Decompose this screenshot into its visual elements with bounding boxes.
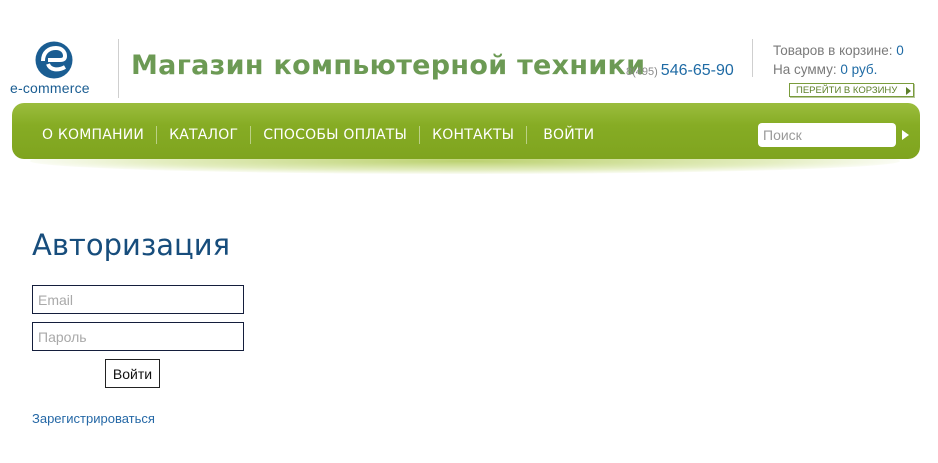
search-submit-icon[interactable] [902,130,909,140]
nav-item-catalog[interactable]: КАТАЛОГ [157,127,250,143]
cart-sum-value: 0 руб. [840,62,878,77]
cart-summary: Товаров в корзине: 0 На сумму: 0 руб. [773,41,904,79]
page-title: Авторизация [32,228,231,262]
phone-number: 546-65-90 [660,62,734,79]
cart-items-count: 0 [896,43,904,58]
header-divider [118,39,119,98]
nav-item-contacts[interactable]: КОНТАКТЫ [420,127,526,143]
nav-item-login[interactable]: ВОЙТИ [527,127,606,143]
go-to-cart-button[interactable]: ПЕРЕЙТИ В КОРЗИНУ [789,83,914,97]
site-logo[interactable]: e-commerce [10,40,100,96]
arrow-right-icon [906,87,911,95]
password-field[interactable] [32,322,244,351]
logo-text: e-commerce [10,80,90,96]
search-input[interactable] [758,123,896,147]
email-field[interactable] [32,285,244,314]
phone-code: 8(495) [626,66,658,78]
nav-menu: О КОМПАНИИ КАТАЛОГ СПОСОБЫ ОПЛАТЫ КОНТАК… [30,126,606,144]
e-logo-icon [35,41,73,79]
phone: 8(495) 546-65-90 [626,62,734,80]
nav-item-payment[interactable]: СПОСОБЫ ОПЛАТЫ [251,127,419,143]
site-title: Магазин компьютерной техники [131,50,646,81]
cart-items-label: Товаров в корзине: [773,43,893,58]
go-to-cart-label: ПЕРЕЙТИ В КОРЗИНУ [796,85,898,96]
login-button[interactable]: Войти [105,359,160,388]
register-link[interactable]: Зарегистрироваться [32,411,155,426]
cart-sum-row: На сумму: 0 руб. [773,60,904,79]
nav-item-about[interactable]: О КОМПАНИИ [30,127,156,143]
cart-items-row: Товаров в корзине: 0 [773,41,904,60]
header-divider [752,39,753,77]
cart-sum-label: На сумму: [773,62,837,77]
